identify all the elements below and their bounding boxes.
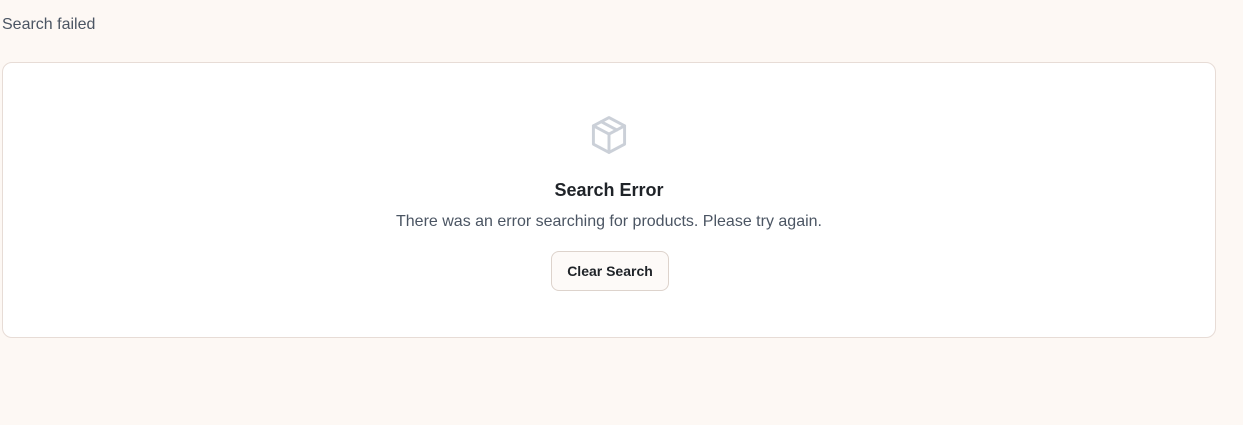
search-status-text: Search failed	[2, 16, 96, 33]
package-icon	[587, 113, 631, 157]
error-message: There was an error searching for product…	[396, 213, 822, 230]
search-error-card: Search Error There was an error searchin…	[2, 62, 1216, 338]
clear-search-button[interactable]: Clear Search	[551, 251, 669, 291]
error-title: Search Error	[554, 180, 664, 200]
